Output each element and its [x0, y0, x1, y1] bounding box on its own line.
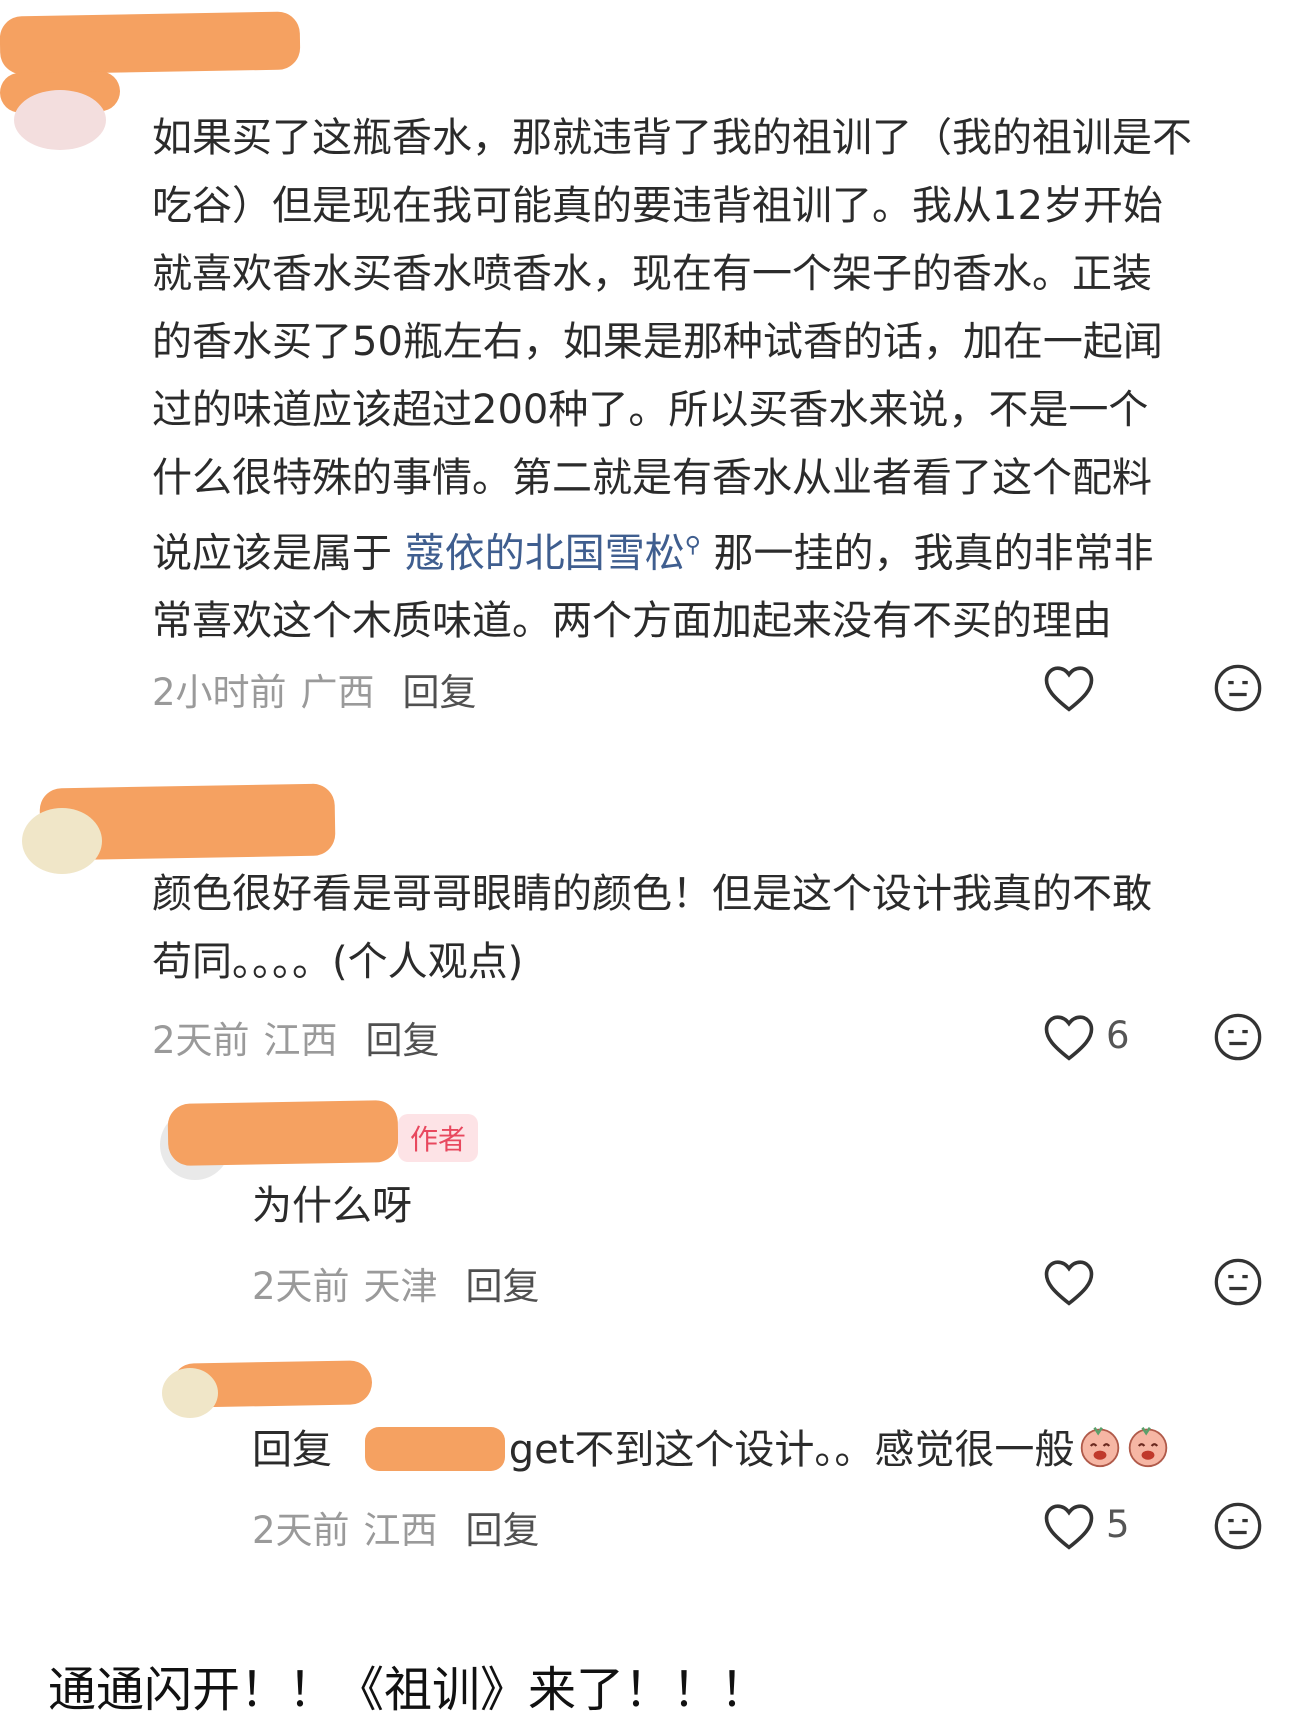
region: 江西	[263, 1019, 338, 1062]
reply-button[interactable]: 回复	[466, 1509, 540, 1552]
reply-button[interactable]: 回复	[366, 1019, 440, 1062]
comment-meta: 2小时前 广西 回复	[152, 662, 477, 716]
avatar[interactable]	[22, 808, 102, 874]
search-icon: ⚲	[684, 533, 701, 558]
comment-meta: 2天前 江西 回复	[252, 1500, 540, 1554]
redacted-username	[0, 11, 301, 75]
reply-body: 为什么呀	[252, 1183, 412, 1229]
timestamp: 2天前	[252, 1509, 350, 1552]
region: 广西	[300, 671, 375, 714]
heart-outline-icon[interactable]	[1042, 1257, 1096, 1307]
reply-button[interactable]: 回复	[403, 671, 477, 714]
comment-body: 颜色很好看是哥哥眼睛的颜色！但是这个设计我真的不敢 苟同。。。。(个人观点)	[152, 871, 1152, 985]
avatar[interactable]	[14, 90, 106, 150]
timestamp: 2小时前	[152, 671, 287, 714]
comment-meta: 2天前 天津 回复	[252, 1256, 540, 1310]
meh-face-icon[interactable]	[1212, 662, 1264, 714]
avatar[interactable]	[162, 1368, 218, 1418]
redacted-mention	[364, 1427, 505, 1471]
like-count: 5	[1106, 1503, 1130, 1546]
crying-emoji-icon	[1129, 1426, 1168, 1468]
author-badge: 作者	[398, 1114, 479, 1162]
timestamp: 2天前	[252, 1265, 350, 1308]
crying-emoji-icon	[1081, 1426, 1120, 1468]
reply-body: 回复 get不到这个设计。。感觉很一般	[252, 1416, 1170, 1484]
comment-body: 如果买了这瓶香水，那就违背了我的祖训了（我的祖训是不 吃谷）但是现在我可能真的要…	[152, 115, 1192, 645]
like-count: 6	[1106, 1014, 1130, 1057]
meh-face-icon[interactable]	[1212, 1011, 1264, 1063]
product-link[interactable]: 蔻依的北国雪松	[405, 530, 685, 576]
meh-face-icon[interactable]	[1212, 1500, 1264, 1552]
comment-meta: 2天前 江西 回复	[152, 1010, 440, 1064]
reply-button[interactable]: 回复	[466, 1265, 540, 1308]
meh-face-icon[interactable]	[1212, 1256, 1264, 1308]
heart-outline-icon[interactable]	[1042, 1501, 1096, 1551]
region: 江西	[363, 1509, 438, 1552]
heart-outline-icon[interactable]	[1042, 663, 1096, 713]
heart-outline-icon[interactable]	[1042, 1012, 1096, 1062]
redacted-username	[167, 1099, 399, 1167]
region: 天津	[363, 1265, 438, 1308]
post-caption: 通通闪开！！《祖训》来了！！！	[48, 1662, 769, 1718]
timestamp: 2天前	[152, 1019, 250, 1062]
